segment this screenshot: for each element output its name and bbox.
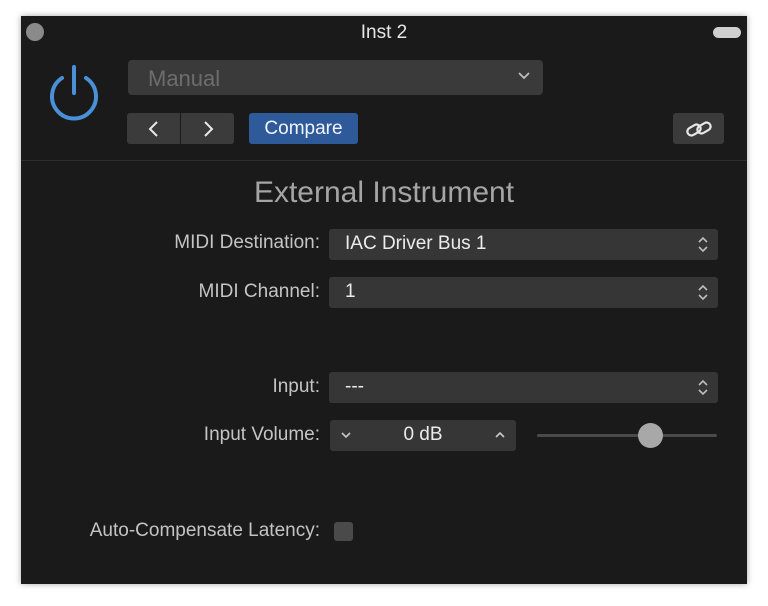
increment-icon[interactable] (494, 431, 506, 439)
title-bar: Inst 2 (21, 16, 747, 50)
input-volume-stepper[interactable]: 0 dB (330, 420, 516, 451)
updown-arrows-icon (698, 236, 708, 253)
chevron-down-icon (518, 72, 530, 80)
power-icon (50, 65, 98, 121)
input-select[interactable]: --- (329, 372, 718, 403)
preset-value: Manual (148, 66, 221, 91)
midi-channel-value: 1 (345, 281, 356, 302)
compare-button[interactable]: Compare (249, 113, 358, 144)
plugin-title: External Instrument (253, 176, 515, 209)
input-volume-value: 0 dB (403, 424, 443, 445)
midi-channel-label: MIDI Channel: (198, 281, 320, 302)
auto-compensate-latency-label: Auto-Compensate Latency: (89, 520, 320, 541)
preset-navigation (127, 113, 234, 144)
next-preset-button[interactable] (181, 113, 234, 144)
midi-channel-select[interactable]: 1 (329, 277, 718, 308)
midi-destination-value: IAC Driver Bus 1 (345, 233, 487, 254)
plugin-window: Inst 2 Manual Compare External Instrumen… (21, 16, 747, 584)
input-volume-slider[interactable] (537, 434, 717, 437)
power-button[interactable] (43, 62, 105, 124)
window-title: Inst 2 (360, 22, 408, 43)
auto-compensate-latency-checkbox[interactable] (334, 522, 353, 541)
previous-preset-button[interactable] (127, 113, 180, 144)
input-volume-label: Input Volume: (203, 424, 320, 445)
midi-destination-select[interactable]: IAC Driver Bus 1 (329, 229, 718, 260)
updown-arrows-icon (698, 379, 708, 396)
input-value: --- (345, 376, 364, 397)
header-divider (21, 160, 747, 161)
link-button[interactable] (673, 113, 724, 144)
updown-arrows-icon (698, 284, 708, 301)
input-volume-slider-knob[interactable] (637, 423, 663, 448)
preset-dropdown[interactable]: Manual (128, 60, 543, 95)
input-label: Input: (272, 376, 320, 397)
collapse-button[interactable] (713, 27, 741, 38)
midi-destination-label: MIDI Destination: (174, 232, 320, 253)
link-icon (686, 121, 712, 137)
chevron-right-icon (204, 121, 214, 137)
chevron-left-icon (148, 121, 158, 137)
